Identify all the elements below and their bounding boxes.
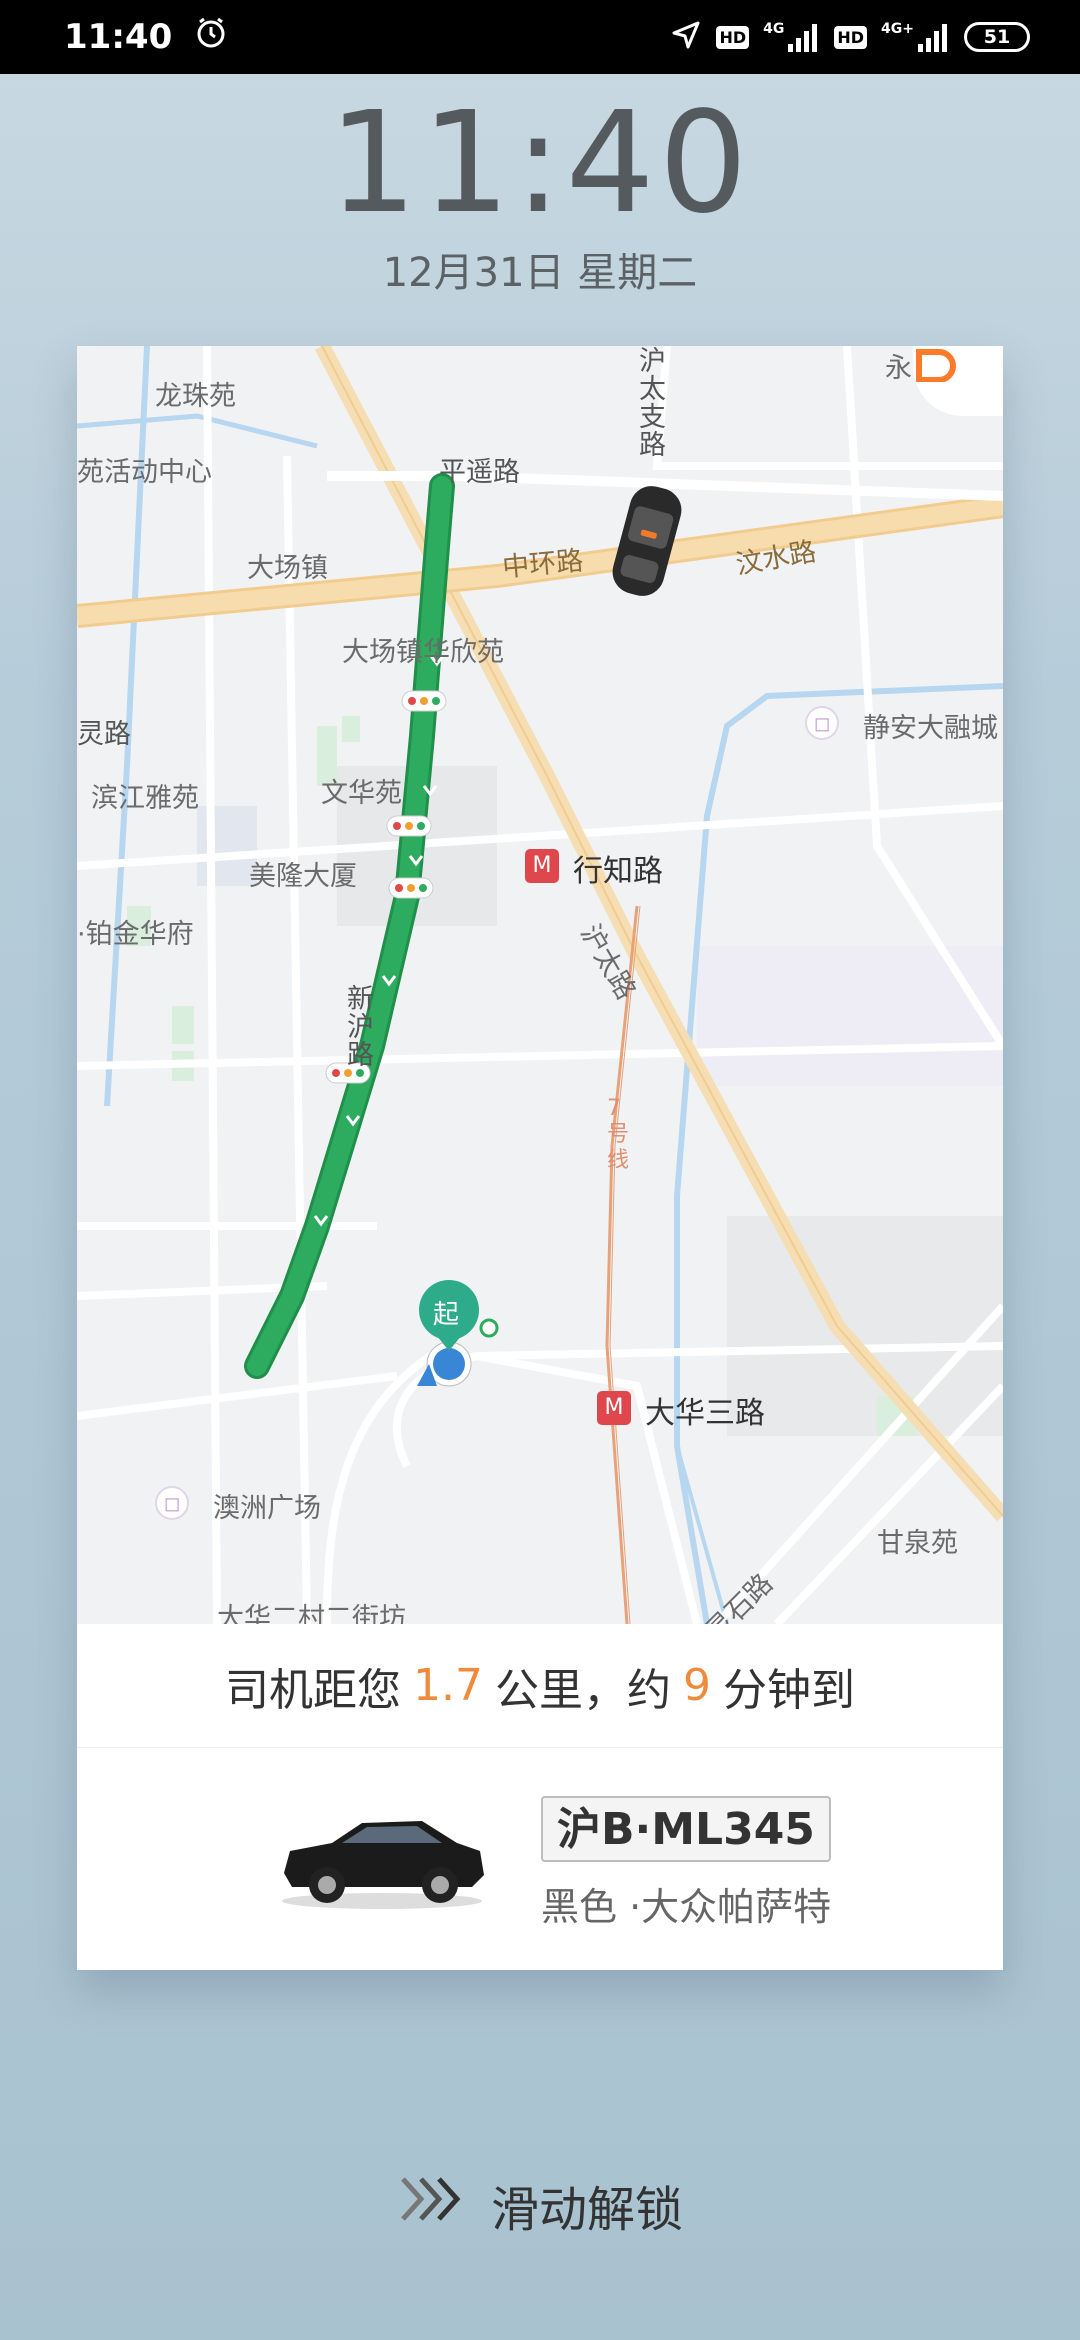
metro-icon-dahuasanlu: M: [597, 1391, 631, 1425]
car-icon: [272, 1793, 492, 1913]
map-label-dachangzhen: 大场镇: [247, 553, 328, 584]
map-label-dahuasanlu: 大华三路: [645, 1396, 765, 1431]
map-label-jingan: 静安大融城: [863, 713, 998, 744]
map-label-huaxinyuan: 大场镇华欣苑: [342, 637, 504, 668]
poi-icon-aozhou: ◻: [155, 1486, 189, 1520]
lock-date: 12月31日 星期二: [382, 250, 698, 296]
eta-suffix: 分钟到: [722, 1664, 855, 1716]
map-label-line7: 7号线: [607, 1096, 630, 1173]
poi-icon-jingan: ◻: [805, 706, 839, 740]
eta-minutes: 9: [682, 1660, 711, 1711]
lock-clock: 11:40: [328, 82, 752, 245]
eta-mid: 公里，约: [494, 1664, 671, 1716]
map-label-xinhulu: 新沪路: [347, 984, 374, 1071]
map-label-huodong: 苑活动中心: [77, 457, 212, 488]
map-label-wenhuayuan: 文华苑: [321, 778, 402, 809]
map-label-ganquan: 甘泉苑: [877, 1528, 958, 1559]
map-canvas: [77, 346, 1003, 1624]
status-time: 11:40: [64, 17, 173, 57]
map-label-meilong: 美隆大厦: [249, 861, 357, 892]
unlock-label: 滑动解锁: [490, 2182, 683, 2238]
map-label-longzhuyuan: 龙珠苑: [155, 381, 236, 412]
net-type-2: 4G+: [881, 21, 914, 37]
battery-level: 51: [983, 26, 1011, 48]
eta-prefix: 司机距您: [225, 1664, 401, 1716]
car-info: 沪B·ML345 黑色 ·大众帕萨特: [77, 1748, 1003, 1970]
status-right: HD 4G HD 4G+ 51: [670, 19, 1030, 55]
signal-icon-1: 4G: [763, 22, 820, 52]
map-label-aozhou: 澳洲广场: [213, 1493, 321, 1524]
metro-icon-xingzhilu: M: [525, 849, 559, 883]
location-icon: [670, 19, 702, 55]
route-map[interactable]: 龙珠苑 平遥路 沪太支路 永 苑活动中心 中环路 汶水路 大场镇 M 行知路 沪…: [77, 346, 1003, 1624]
battery-icon: 51: [964, 22, 1030, 52]
map-label-bojin: ·铂金华府: [77, 919, 194, 950]
ride-card[interactable]: 龙珠苑 平遥路 沪太支路 永 苑活动中心 中环路 汶水路 大场镇 M 行知路 沪…: [77, 346, 1003, 1970]
eta-distance: 1.7: [413, 1660, 483, 1711]
map-label-binjiang: 滨江雅苑: [91, 783, 199, 814]
alarm-icon: [194, 16, 228, 59]
net-type-1: 4G: [763, 21, 785, 37]
map-label-zhonghuanlu: 中环路: [501, 545, 585, 584]
map-label-pingyaolu: 平遥路: [439, 457, 520, 488]
map-label-linglu: 灵路: [77, 719, 131, 750]
start-marker-label: 起: [433, 1300, 460, 1330]
status-left: 11:40: [64, 16, 228, 59]
hd-badge-1: HD: [716, 25, 750, 49]
chevrons-right-icon: [397, 2174, 467, 2236]
status-bar: 11:40 HD 4G HD 4G+ 51: [0, 0, 1080, 74]
map-label-hutaizhilu: 沪太支路: [639, 346, 666, 461]
signal-icon-2: 4G+: [881, 22, 950, 52]
hd-badge-2: HD: [834, 25, 868, 49]
license-plate: 沪B·ML345: [541, 1796, 831, 1862]
car-description: 黑色 ·大众帕萨特: [541, 1885, 832, 1929]
map-label-xingzhilu: 行知路: [573, 854, 663, 889]
map-label-dahuaercun: 大华二村二街坊: [217, 1603, 406, 1624]
eta-banner: 司机距您 1.7 公里，约 9 分钟到: [77, 1624, 1003, 1748]
slide-to-unlock[interactable]: 滑动解锁: [0, 2170, 1080, 2240]
map-label-yong: 永: [885, 353, 912, 384]
